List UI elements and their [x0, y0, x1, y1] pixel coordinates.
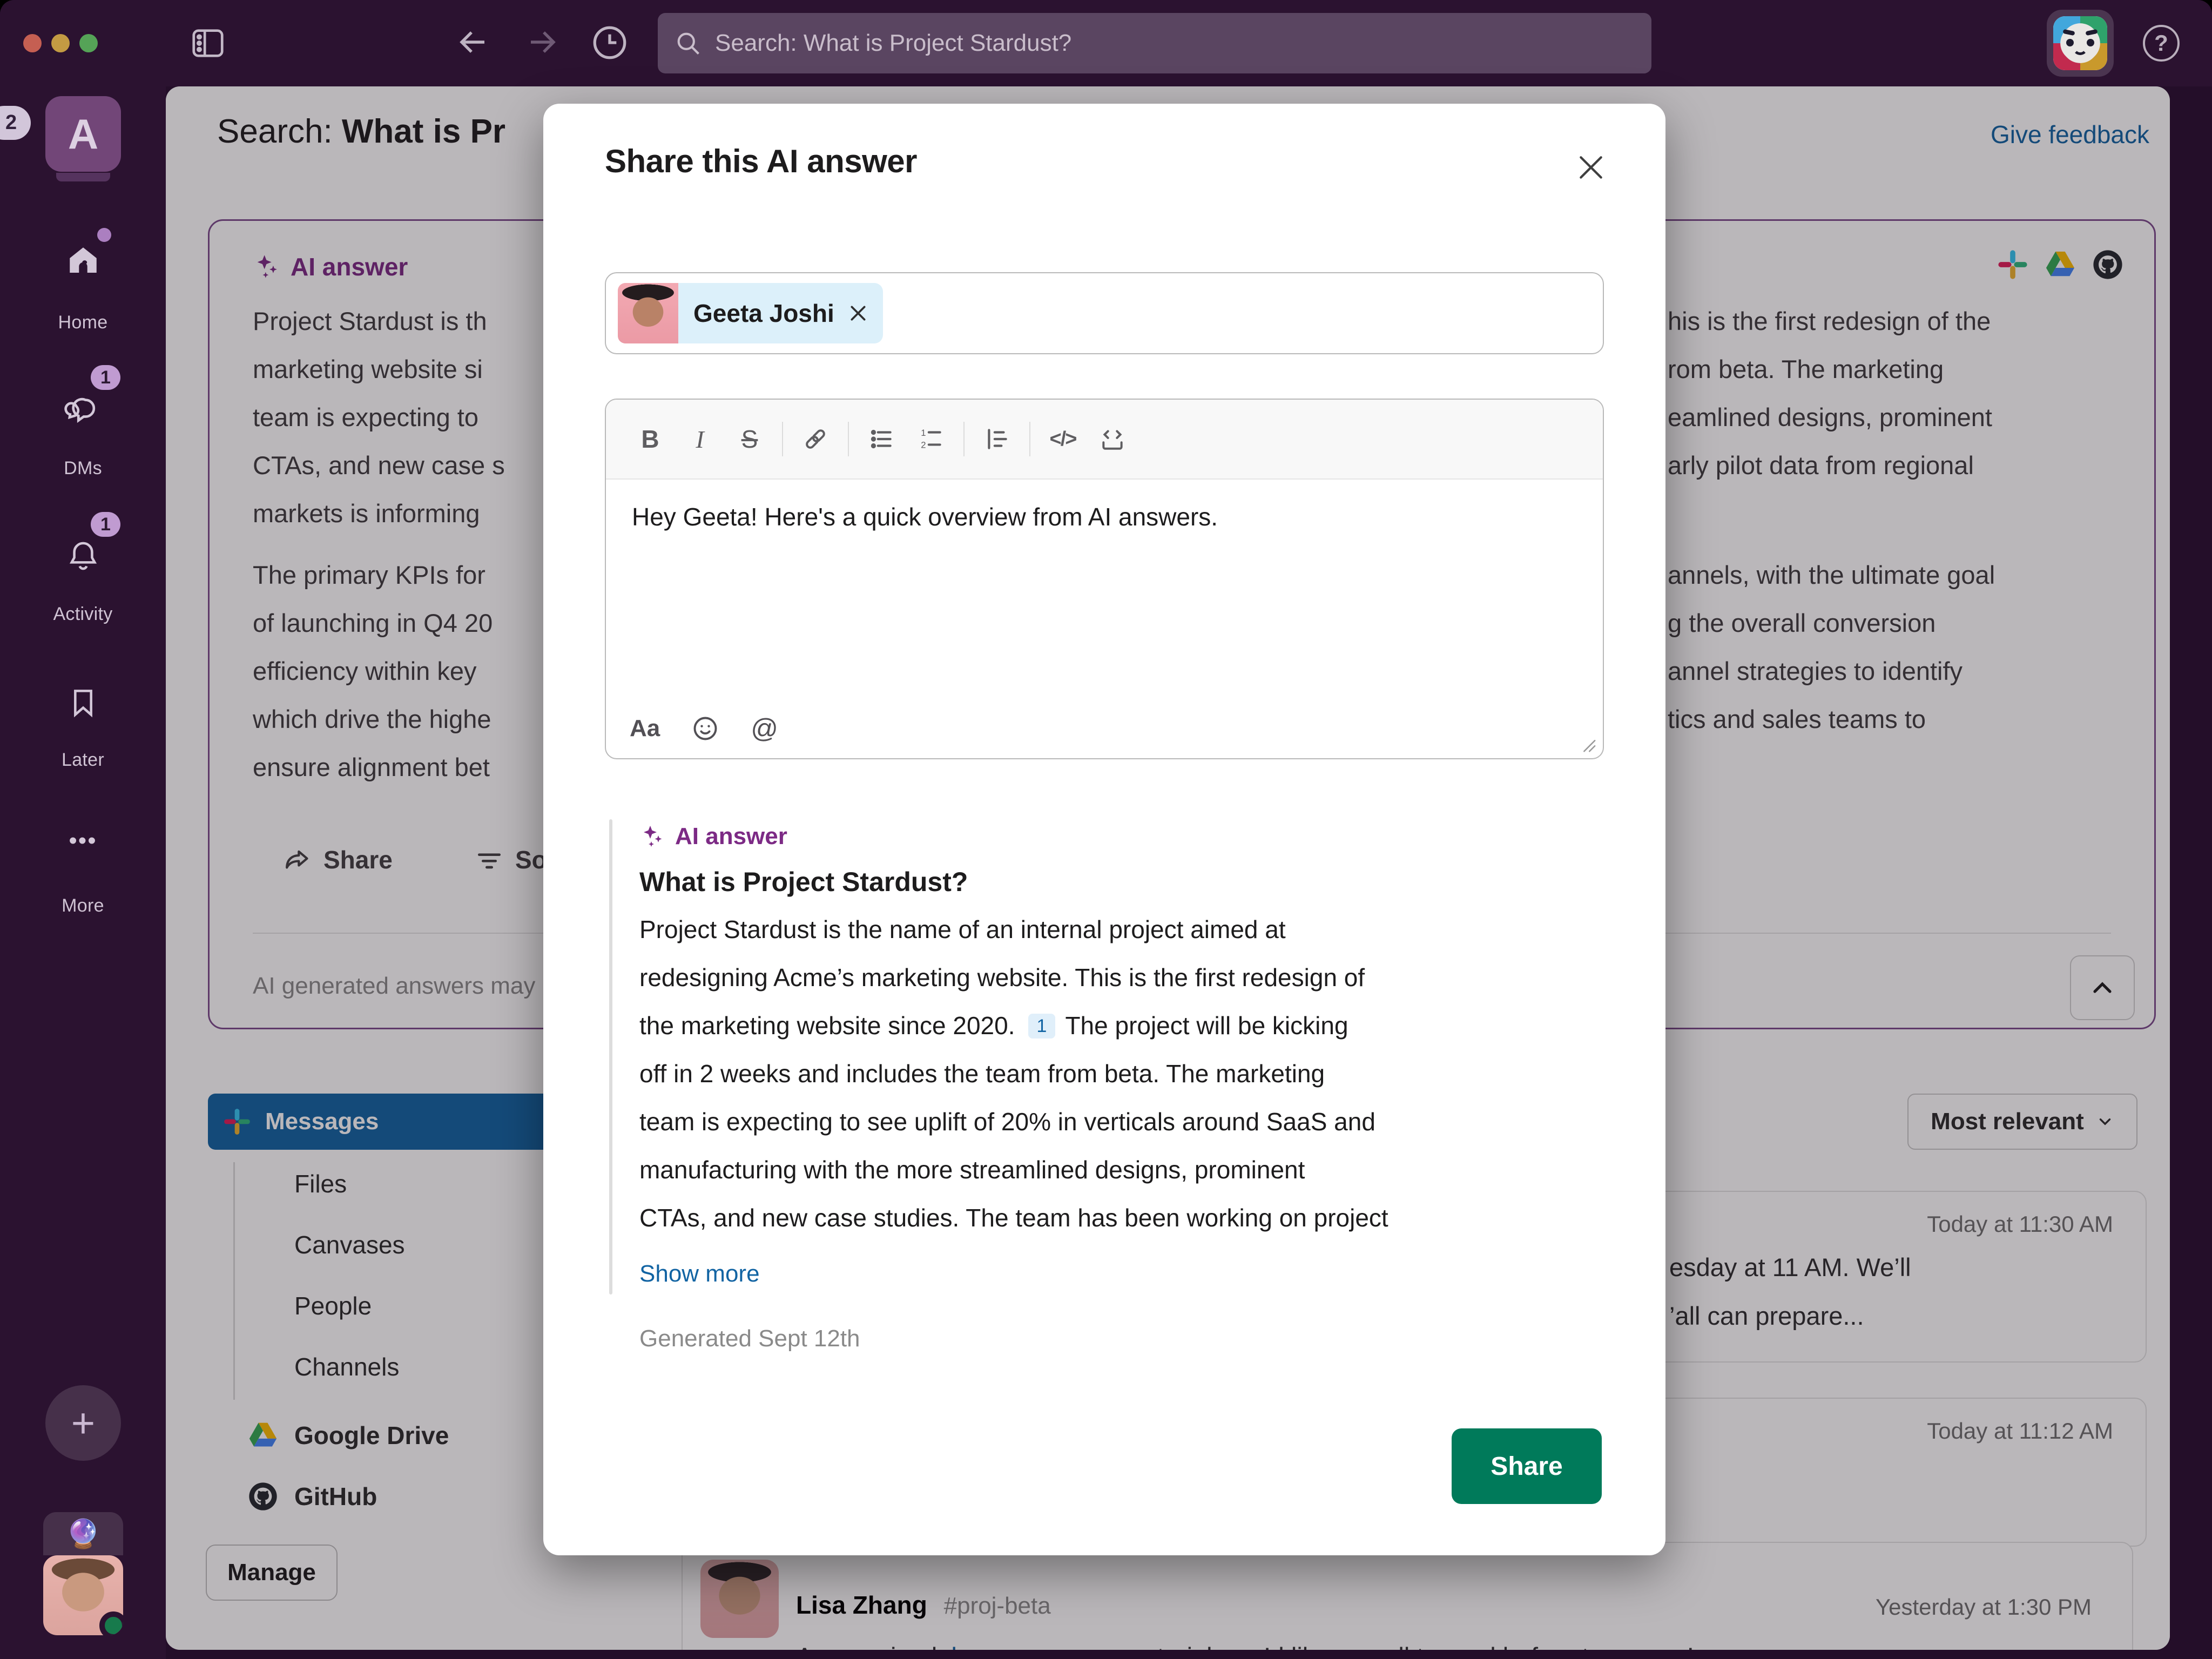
link-button[interactable]	[791, 426, 840, 453]
title-bar: Search: What is Project Stardust? ?	[0, 0, 2212, 86]
formatting-toolbar: B I S	[606, 400, 1603, 480]
message-composer[interactable]: B I S	[605, 399, 1604, 759]
ai-answer-label: AI answer	[639, 823, 787, 850]
recipient-chip[interactable]: Geeta Joshi	[618, 283, 883, 343]
dms-badge: 1	[91, 365, 120, 390]
workspace-unread-badge: 2	[0, 106, 31, 140]
share-ai-answer-modal: Share this AI answer Geeta Joshi B I S	[543, 104, 1665, 1555]
status-emoji: 🔮	[43, 1512, 123, 1555]
citation-chip[interactable]: 1	[1028, 1014, 1056, 1038]
minimize-window-button[interactable]	[51, 34, 70, 52]
composer-message[interactable]: Hey Geeta! Here's a quick overview from …	[632, 502, 1218, 531]
text-format-button[interactable]: Aa	[630, 715, 660, 742]
quote-bar	[609, 819, 612, 1294]
help-icon[interactable]: ?	[2143, 25, 2180, 62]
history-forward-icon[interactable]	[523, 23, 562, 62]
close-icon[interactable]	[1574, 150, 1608, 185]
sparkle-icon	[639, 824, 665, 849]
avatar-geeta-joshi	[618, 283, 678, 343]
svg-text:2: 2	[921, 440, 926, 450]
workspace-rail: 2 A Home 1 DMs 1 Activ	[0, 86, 166, 1659]
line-with-citation: the marketing website since 2020.1The pr…	[639, 1011, 1348, 1040]
history-clock-icon[interactable]	[590, 23, 630, 63]
recipient-field[interactable]: Geeta Joshi	[605, 272, 1604, 354]
resize-handle[interactable]	[1578, 734, 1596, 753]
show-more-link[interactable]: Show more	[639, 1260, 760, 1287]
presence-dot	[99, 1611, 123, 1635]
sidebar-item-later[interactable]	[0, 686, 166, 720]
workspace-switcher[interactable]: A	[45, 96, 121, 172]
smiley-app-icon	[2053, 16, 2107, 70]
code-button[interactable]: </>	[1038, 428, 1088, 451]
sidebar-item-home[interactable]	[0, 243, 166, 279]
sidebar-item-more-label: More	[0, 895, 166, 916]
add-workspace-button[interactable]: +	[45, 1385, 121, 1461]
remove-recipient-icon[interactable]	[847, 302, 869, 324]
sidebar-item-dms[interactable]	[0, 392, 166, 430]
home-notification-dot	[97, 228, 111, 242]
sidebar-item-later-label: Later	[0, 750, 166, 771]
zoom-window-button[interactable]	[79, 34, 98, 52]
strikethrough-button[interactable]: S	[725, 424, 774, 454]
top-search-bar[interactable]: Search: What is Project Stardust?	[658, 13, 1651, 73]
sidebar-item-activity[interactable]	[0, 538, 166, 575]
sidebar-toggle-icon[interactable]	[189, 24, 227, 62]
svg-text:1: 1	[921, 428, 926, 438]
blockquote-button[interactable]	[972, 426, 1022, 453]
close-window-button[interactable]	[23, 34, 42, 52]
workspace-stack-decoration	[56, 173, 110, 181]
bulleted-list-button[interactable]	[857, 426, 906, 453]
workspace-app-icon[interactable]	[2047, 10, 2114, 77]
recipient-name: Geeta Joshi	[678, 299, 847, 328]
ai-question: What is Project Stardust?	[639, 866, 968, 898]
share-button[interactable]: Share	[1452, 1428, 1602, 1504]
sidebar-item-activity-label: Activity	[0, 604, 166, 625]
user-avatar[interactable]: 🔮	[43, 1512, 123, 1635]
mention-button[interactable]: @	[751, 713, 778, 744]
italic-button[interactable]: I	[675, 425, 725, 454]
modal-title: Share this AI answer	[605, 143, 917, 180]
search-icon	[674, 29, 702, 57]
home-icon	[70, 247, 97, 273]
sidebar-item-home-label: Home	[0, 312, 166, 333]
search-value: Search: What is Project Stardust?	[715, 30, 1071, 57]
app-window: Search: What is Project Stardust? ? 2 A	[0, 0, 2212, 1659]
generated-date: Generated Sept 12th	[639, 1325, 860, 1352]
bold-button[interactable]: B	[625, 424, 675, 454]
emoji-button[interactable]	[691, 714, 719, 743]
more-options-icon[interactable]: •••	[0, 827, 166, 854]
composer-actions: Aa @	[630, 713, 778, 744]
code-block-button[interactable]	[1088, 426, 1137, 453]
numbered-list-button[interactable]: 1 2	[906, 426, 956, 453]
sidebar-item-dms-label: DMs	[0, 458, 166, 479]
avatar-photo	[43, 1555, 123, 1635]
history-back-icon[interactable]	[454, 23, 493, 62]
activity-badge: 1	[91, 512, 120, 537]
